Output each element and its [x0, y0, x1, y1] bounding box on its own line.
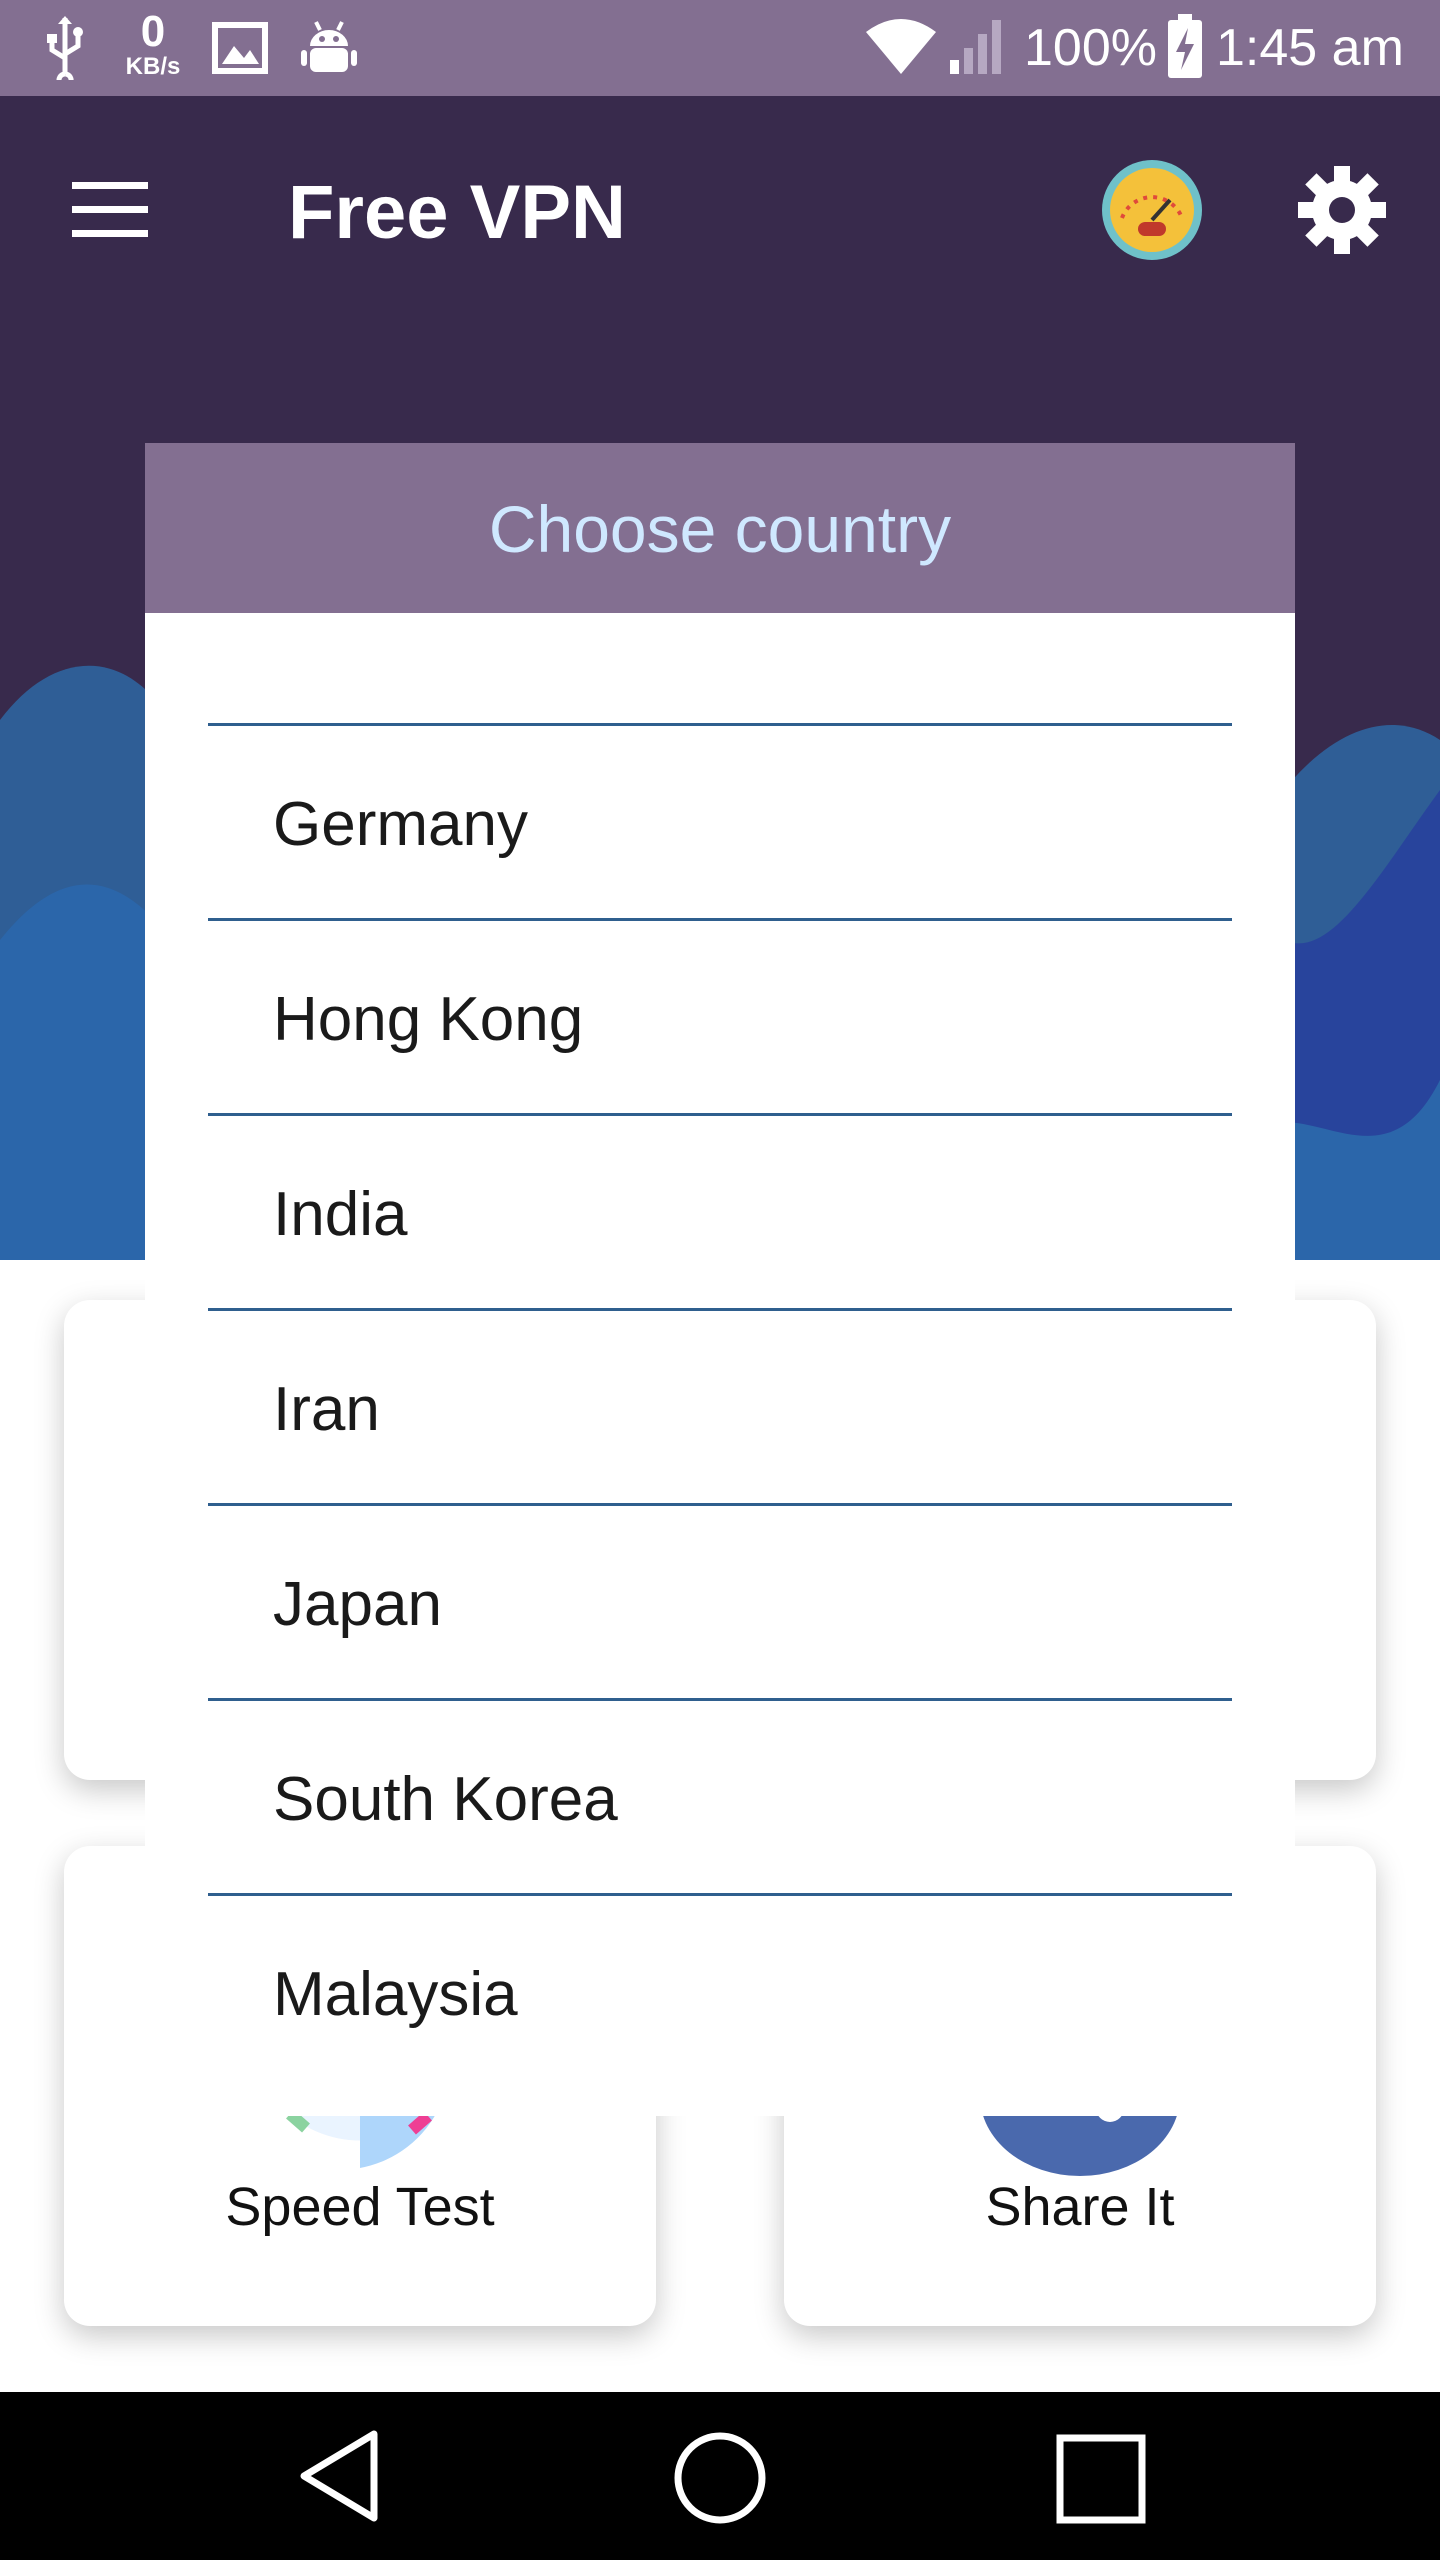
status-bar: 0 KB/s 100% 1:45 am	[0, 0, 1440, 96]
country-item-malaysia[interactable]: Malaysia	[208, 1896, 1232, 2088]
network-speed: 0 KB/s	[118, 10, 188, 80]
speedometer-icon	[1102, 160, 1202, 260]
country-item-india[interactable]: India	[208, 1116, 1232, 1308]
dialog-title: Choose country	[488, 492, 952, 566]
app-title: Free VPN	[288, 170, 626, 255]
country-label: Malaysia	[273, 1960, 518, 2029]
share-it-label: Share It	[985, 2177, 1175, 2237]
clock: 1:45 am	[1216, 19, 1404, 77]
country-label: Hong Kong	[273, 985, 584, 1054]
country-label: Germany	[273, 790, 528, 859]
menu-button[interactable]	[60, 170, 160, 250]
country-item-germany[interactable]: Germany	[208, 726, 1232, 918]
android-icon	[301, 21, 357, 72]
country-label: South Korea	[273, 1765, 618, 1834]
menu-icon	[72, 182, 148, 237]
speedometer-button[interactable]	[1100, 158, 1204, 262]
choose-country-dialog: Choose country Germany Hong Kong India I…	[145, 443, 1295, 2116]
dialog-header: Choose country	[145, 443, 1295, 613]
navigation-bar	[0, 2392, 1440, 2560]
wifi-icon	[866, 19, 936, 74]
country-item-iran[interactable]: Iran	[208, 1311, 1232, 1503]
settings-button[interactable]	[1296, 164, 1388, 256]
image-icon	[212, 22, 268, 74]
country-label: Iran	[273, 1375, 380, 1444]
country-label: India	[273, 1180, 408, 1249]
app-bar	[0, 96, 1440, 326]
speed-test-label: Speed Test	[225, 2177, 495, 2237]
network-speed-unit: KB/s	[125, 53, 181, 80]
country-item-south-korea[interactable]: South Korea	[208, 1701, 1232, 1893]
network-speed-value: 0	[140, 7, 166, 56]
country-item-hong-kong[interactable]: Hong Kong	[208, 921, 1232, 1113]
signal-icon	[950, 20, 1001, 74]
gear-icon	[1298, 166, 1386, 254]
usb-icon	[47, 16, 83, 80]
back-icon[interactable]	[296, 2426, 386, 2526]
country-label: Japan	[273, 1570, 442, 1639]
home-icon[interactable]	[672, 2430, 768, 2526]
recents-icon[interactable]	[1056, 2434, 1146, 2524]
country-item-japan[interactable]: Japan	[208, 1506, 1232, 1698]
battery-charging-icon	[1168, 14, 1202, 78]
battery-percent: 100%	[1024, 19, 1157, 77]
